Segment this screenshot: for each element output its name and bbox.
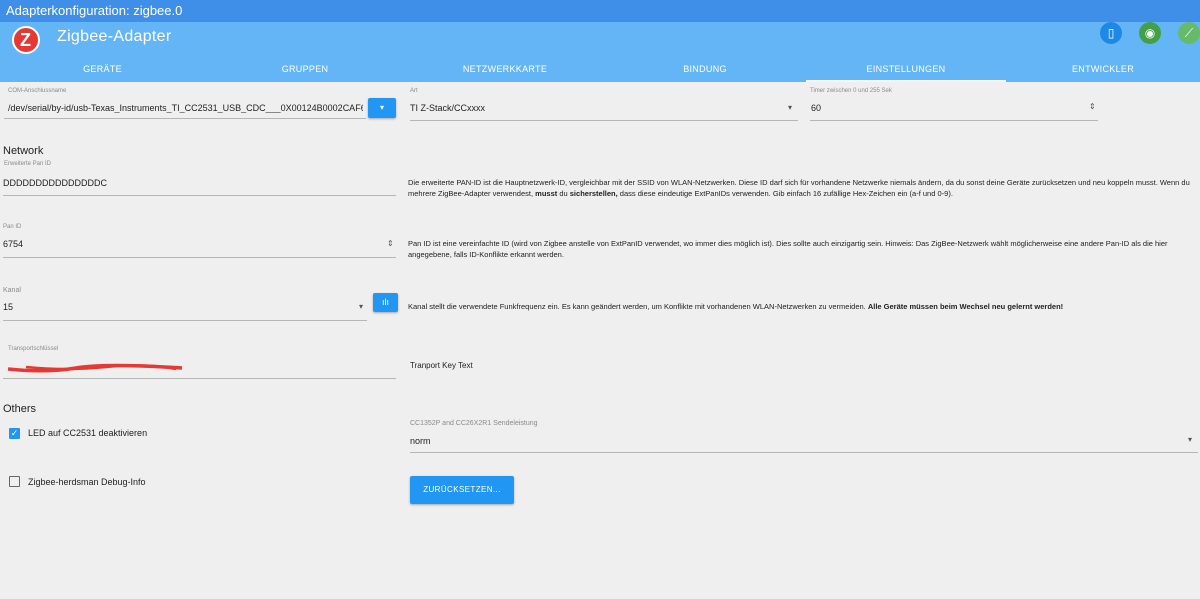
wifi-off-icon[interactable]: ⟋ — [1178, 22, 1200, 44]
art-select[interactable]: TI Z-Stack/CCxxxx — [410, 103, 485, 113]
logo-letter: Z — [20, 30, 31, 50]
kanal-select[interactable]: 15 — [3, 302, 13, 312]
tab-netzwerkkarte[interactable]: NETZWERKKARTE — [405, 60, 605, 82]
timer-label: Timer zwischen 0 und 255 Sek — [810, 88, 892, 94]
tab-gruppen[interactable]: GRUPPEN — [205, 60, 405, 82]
kanal-description: Kanal stellt die verwendete Funkfrequenz… — [408, 302, 1064, 311]
art-label: Art — [410, 88, 418, 94]
tab-geraete[interactable]: GERÄTE — [0, 60, 205, 82]
tab-einstellungen[interactable]: EINSTELLUNGEN — [806, 60, 1006, 82]
com-select-button[interactable]: ▾ — [368, 98, 396, 118]
com-input[interactable]: /dev/serial/by-id/usb-Texas_Instruments_… — [8, 103, 363, 113]
transport-label: Transportschlüssel — [8, 346, 59, 352]
phone-icon[interactable]: ▯ — [1100, 22, 1122, 44]
timer-input[interactable]: 60 — [811, 103, 821, 113]
art-underline — [410, 120, 798, 121]
com-underline — [4, 118, 366, 119]
tab-bindung[interactable]: BINDUNG — [605, 60, 805, 82]
pan-input[interactable]: 6754 — [3, 239, 23, 249]
debug-label: Zigbee-herdsman Debug-Info — [28, 477, 146, 487]
power-underline — [410, 452, 1198, 453]
ext-pan-label: Erweiterte Pan ID — [4, 161, 52, 167]
app-header: Z Zigbee-Adapter ▯ ◉ ⟋ GERÄTE GRUPPEN NE… — [0, 22, 1200, 82]
zigbee-logo: Z — [12, 26, 40, 54]
transport-description: Tranport Key Text — [410, 361, 473, 370]
power-select[interactable]: norm — [410, 436, 431, 446]
led-label: LED auf CC2531 deaktivieren — [28, 428, 148, 438]
pan-underline — [3, 257, 396, 258]
window-title: Adapterkonfiguration: zigbee.0 — [0, 0, 1200, 22]
debug-checkbox[interactable] — [9, 476, 20, 487]
tab-entwickler[interactable]: ENTWICKLER — [1006, 60, 1200, 82]
network-heading: Network — [3, 145, 44, 157]
art-dropdown-icon[interactable]: ▾ — [788, 103, 792, 112]
waveform-icon: ılı — [381, 297, 389, 307]
transport-underline — [3, 378, 396, 379]
kanal-dropdown-icon[interactable]: ▾ — [359, 302, 363, 311]
power-label: CC1352P and CC26X2R1 Sendeleistung — [410, 420, 538, 427]
pan-stepper-icon[interactable]: ⇕ — [387, 239, 394, 248]
channel-scan-button[interactable]: ılı — [373, 293, 398, 312]
ext-pan-description: Die erweiterte PAN-ID ist die Hauptnetzw… — [408, 178, 1190, 198]
pan-description: Pan ID ist eine vereinfachte ID (wird vo… — [408, 239, 1168, 259]
reset-button[interactable]: ZURÜCKSETZEN... — [410, 476, 514, 504]
kanal-underline — [3, 320, 367, 321]
checkmark-icon: ✓ — [10, 428, 19, 438]
kanal-label: Kanal — [3, 287, 21, 294]
led-checkbox[interactable]: ✓ — [9, 428, 20, 439]
redaction-mark — [7, 363, 183, 373]
ext-pan-underline — [3, 195, 396, 196]
signal-icon[interactable]: ◉ — [1139, 22, 1161, 44]
com-label: COM-Anschlussname — [8, 88, 67, 94]
timer-underline — [810, 120, 1098, 121]
pan-label: Pan ID — [3, 224, 22, 230]
timer-stepper-icon[interactable]: ⇕ — [1089, 102, 1096, 111]
others-heading: Others — [3, 403, 37, 415]
power-dropdown-icon[interactable]: ▾ — [1188, 435, 1192, 444]
transport-key-input-redacted[interactable] — [6, 360, 184, 373]
tab-bar: GERÄTE GRUPPEN NETZWERKKARTE BINDUNG EIN… — [0, 60, 1200, 82]
app-title: Zigbee-Adapter — [57, 28, 172, 45]
ext-pan-input[interactable]: DDDDDDDDDDDDDDDC — [3, 178, 107, 188]
